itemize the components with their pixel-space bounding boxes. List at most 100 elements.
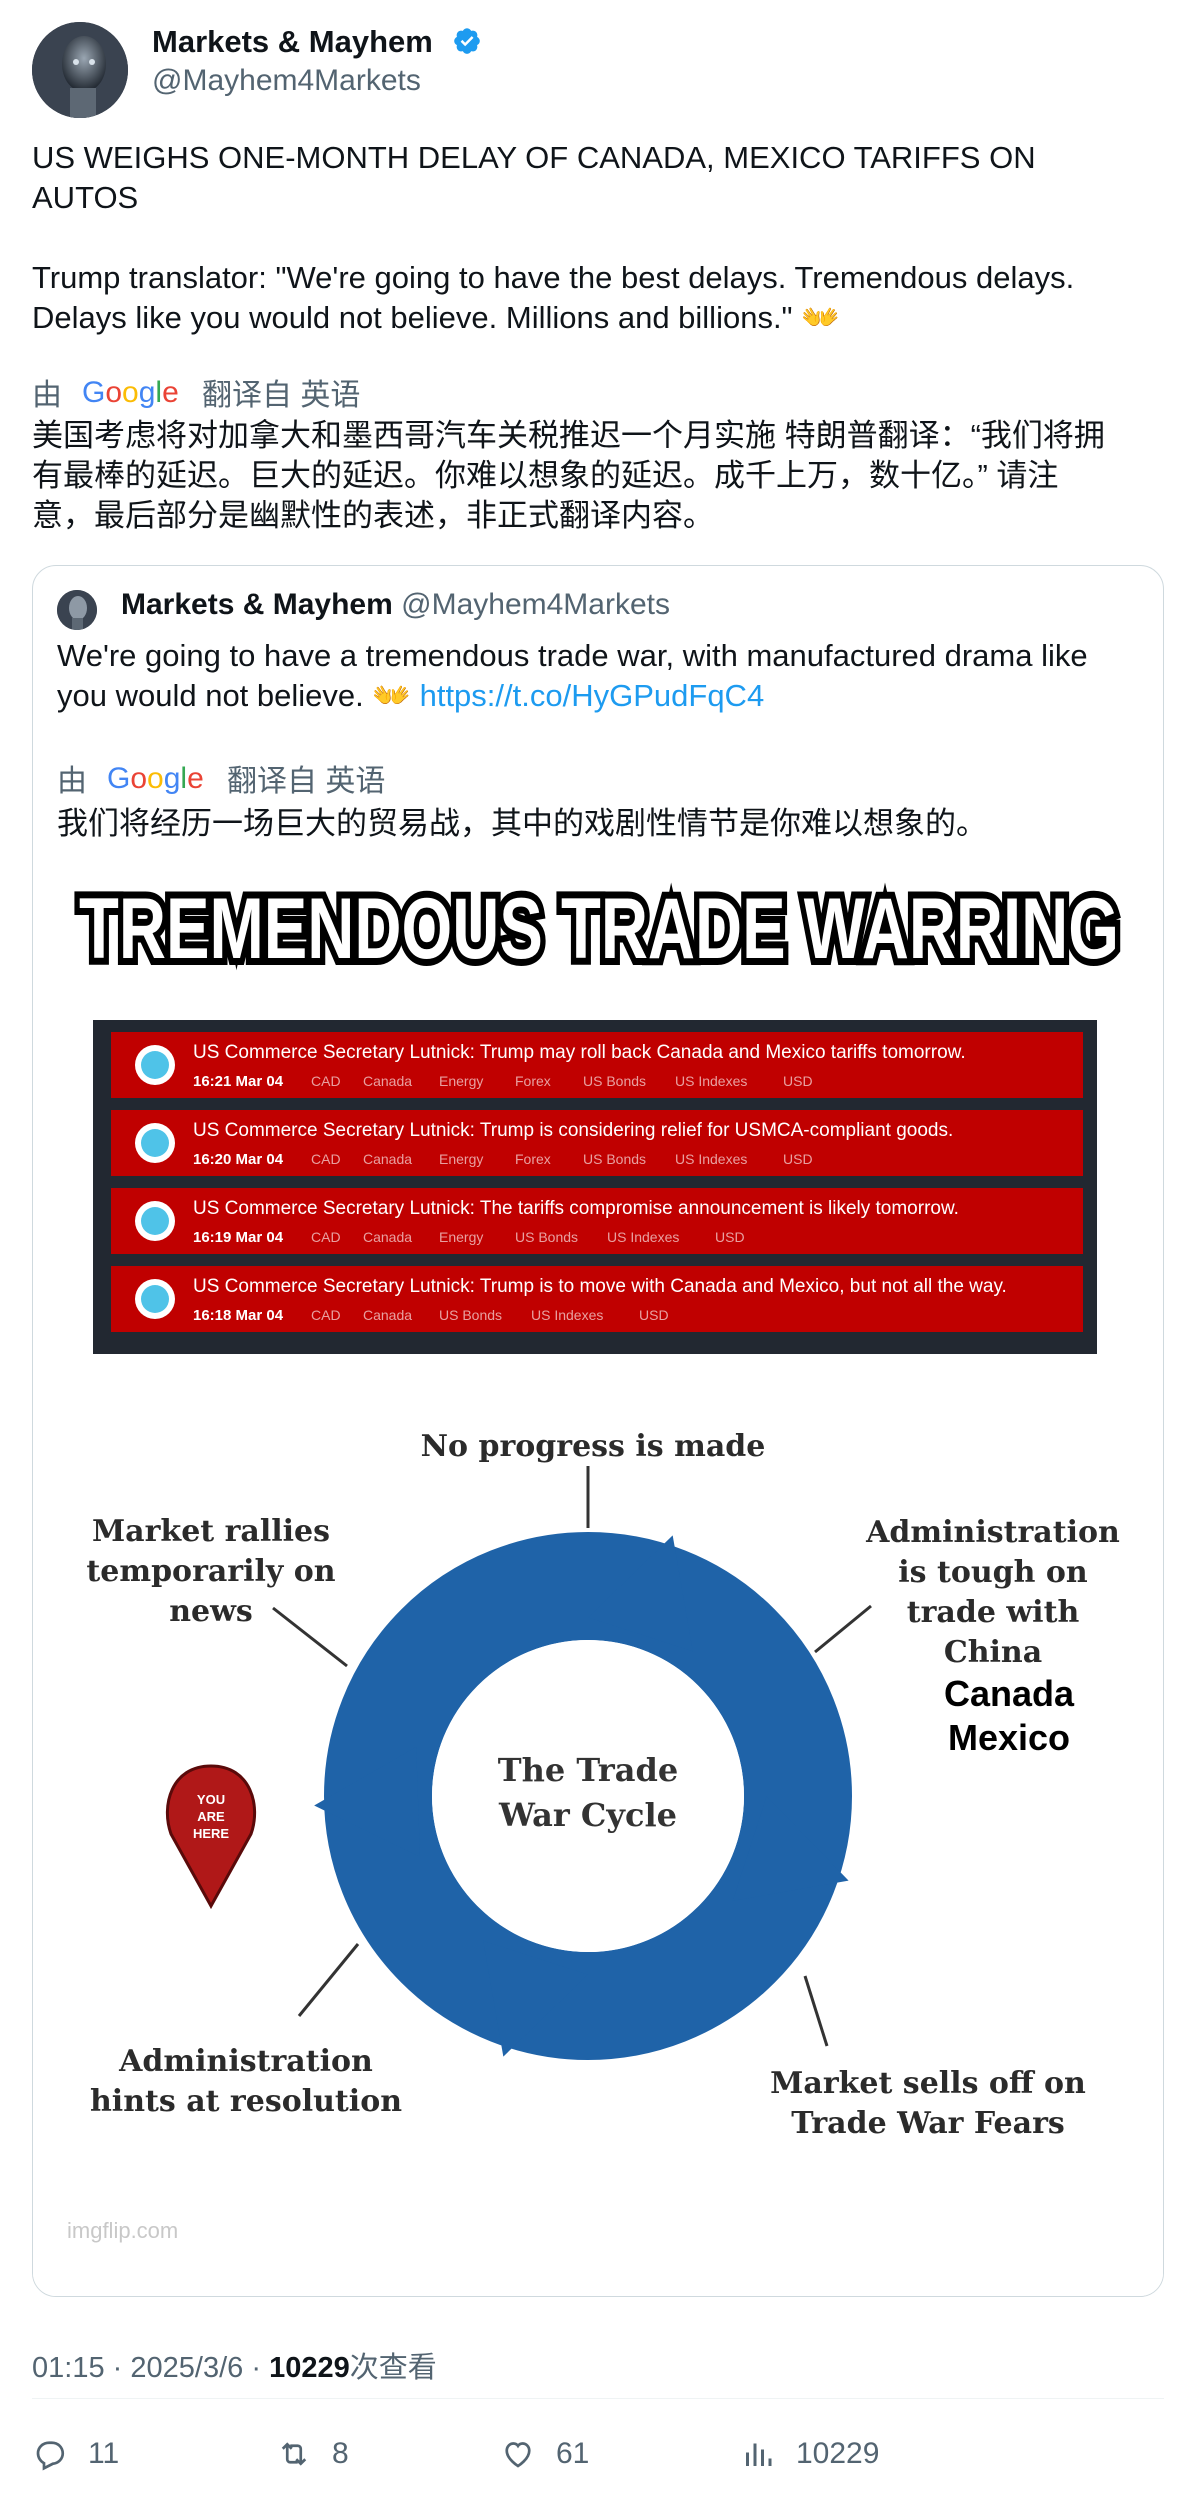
tweet-text: US WEIGHS ONE-MONTH DELAY OF CANADA, MEX…: [32, 138, 1162, 338]
headline-tag: Energy: [439, 1229, 483, 1245]
svg-text:Google: Google: [107, 762, 204, 795]
headline-tag: US Bonds: [583, 1073, 646, 1089]
cycle-label-right: trade with: [907, 1595, 1080, 1630]
cycle-label-mexico: Mexico: [948, 1717, 1070, 1758]
headline-text: US Commerce Secretary Lutnick: Trump is …: [193, 1276, 1007, 1297]
headline-tag: CAD: [311, 1073, 341, 1089]
quoted-text-line: you would not believe. 👐 https://t.co/Hy…: [57, 676, 1147, 716]
verified-badge-icon: [454, 28, 480, 54]
headline-tag: USD: [639, 1307, 669, 1323]
cycle-label-left: Market rallies: [92, 1514, 330, 1549]
headline-tag: USD: [783, 1073, 813, 1089]
retweet-icon: [281, 2442, 307, 2466]
reply-button[interactable]: 11: [32, 2436, 119, 2472]
like-count: 61: [556, 2437, 590, 2470]
meta-separator: ·: [112, 2352, 123, 2384]
cycle-center-label: The Trade: [498, 1751, 678, 1789]
translated-suffix: 翻译自 英语: [227, 765, 386, 798]
quoted-author-handle: @Mayhem4Markets: [401, 588, 670, 621]
headline-tag: CAD: [311, 1229, 341, 1245]
headline-tag: Forex: [515, 1151, 551, 1167]
retweet-count: 8: [332, 2437, 349, 2470]
tweet-headline-line: US WEIGHS ONE-MONTH DELAY OF CANADA, MEX…: [32, 140, 1036, 175]
headline-tag: Canada: [363, 1073, 412, 1089]
reply-icon: [36, 2441, 65, 2471]
tweet-body-line: Delays like you would not believe. Milli…: [32, 300, 840, 335]
headline-tag: US Bonds: [515, 1229, 578, 1245]
tweet-header: Markets & Mayhem @Mayhem4Markets: [32, 22, 1162, 122]
trade-war-cycle-diagram: The Trade War Cycle No progress is made …: [86, 1429, 1120, 2141]
tweet-meta: 01:15 · 2025/3/6 · 10229次查看: [32, 2344, 437, 2386]
quoted-translation-text: 我们将经历一场巨大的贸易战，其中的戏剧性情节是你难以想象的。: [57, 806, 987, 841]
translated-suffix: 翻译自 英语: [202, 379, 361, 412]
cycle-label-right: Administration: [865, 1515, 1120, 1550]
pin-label: YOU: [197, 1792, 225, 1807]
headline-tag: Canada: [363, 1229, 412, 1245]
heart-icon: [505, 2442, 531, 2468]
headline-time: 16:19 Mar 04: [193, 1229, 284, 1246]
views-button[interactable]: 10229: [740, 2436, 879, 2472]
cycle-label-bottom-left: Administration: [118, 2044, 373, 2079]
headline-time: 16:18 Mar 04: [193, 1307, 284, 1324]
headline-tag: Energy: [439, 1073, 483, 1089]
headline-row: US Commerce Secretary Lutnick: Trump is …: [111, 1266, 1083, 1332]
analytics-icon: [746, 2443, 772, 2466]
imgflip-watermark: imgflip.com: [67, 2218, 178, 2243]
cycle-label-right: is tough on: [898, 1555, 1088, 1590]
headline-time: 16:21 Mar 04: [193, 1073, 284, 1090]
headline-tag: Canada: [363, 1151, 412, 1167]
headline-time: 16:20 Mar 04: [193, 1151, 284, 1168]
tweet-headline-line: AUTOS: [32, 180, 139, 215]
headline-tag: US Indexes: [531, 1307, 603, 1323]
translated-prefix: 由: [32, 379, 62, 412]
headline-tag: USD: [783, 1151, 813, 1167]
like-button[interactable]: 61: [500, 2436, 589, 2472]
quoted-text-fragment: you would not believe. 👐: [57, 678, 420, 713]
headline-tag: Energy: [439, 1151, 483, 1167]
cycle-label-top: No progress is made: [421, 1429, 766, 1464]
quoted-tweet-text: We're going to have a tremendous trade w…: [57, 636, 1147, 716]
translation-line: 有最棒的延迟。巨大的延迟。你难以想象的延迟。成千上万，数十亿。” 请注: [32, 458, 1059, 493]
author-handle[interactable]: @Mayhem4Markets: [152, 64, 421, 98]
headline-row: US Commerce Secretary Lutnick: Trump may…: [111, 1032, 1083, 1098]
headline-tag: CAD: [311, 1151, 341, 1167]
tweet-body-line: Trump translator: "We're going to have t…: [32, 260, 1075, 295]
translated-prefix: 由: [57, 765, 87, 798]
google-logo: Google: [107, 762, 204, 795]
meta-separator: ·: [251, 2352, 261, 2384]
tweet-date[interactable]: 2025/3/6: [130, 2352, 243, 2384]
headline-tag: US Bonds: [583, 1151, 646, 1167]
you-are-here-pin-icon: YOU ARE HERE: [165, 1764, 257, 1910]
headline-text: US Commerce Secretary Lutnick: The tarif…: [193, 1198, 959, 1219]
reply-count: 11: [88, 2437, 120, 2470]
google-logo: Google: [82, 376, 179, 409]
headline-tag: US Bonds: [439, 1307, 502, 1323]
author-avatar[interactable]: [32, 22, 128, 118]
translated-by-google[interactable]: 由 Google 翻译自 英语: [32, 370, 360, 414]
quoted-media-image[interactable]: TREMENDOUS TRADE WARRING US Commerce Sec…: [33, 866, 1163, 2296]
headline-tag: Forex: [515, 1073, 551, 1089]
quoted-tweet-link[interactable]: https://t.co/HyGPudFqC4: [420, 678, 765, 713]
translation-line: 意，最后部分是幽默性的表述，非正式翻译内容。: [32, 498, 714, 533]
headline-tag: US Indexes: [675, 1151, 747, 1167]
views-count: 10229: [269, 2352, 350, 2384]
pin-label: ARE: [197, 1809, 225, 1824]
translation-line: 美国考虑将对加拿大和墨西哥汽车关税推迟一个月实施 特朗普翻译：“我们将拥: [32, 418, 1105, 453]
headline-row: US Commerce Secretary Lutnick: The tarif…: [111, 1188, 1083, 1254]
quoted-author-avatar: [57, 590, 97, 630]
translation-text: 美国考虑将对加拿大和墨西哥汽车关税推迟一个月实施 特朗普翻译：“我们将拥 有最棒…: [32, 416, 1162, 536]
headline-row: US Commerce Secretary Lutnick: Trump is …: [111, 1110, 1083, 1176]
quoted-tweet-card[interactable]: Markets & Mayhem @Mayhem4Markets We're g…: [32, 565, 1164, 2297]
headline-tag: US Indexes: [675, 1073, 747, 1089]
cycle-center-label: War Cycle: [498, 1796, 677, 1834]
headline-text: US Commerce Secretary Lutnick: Trump may…: [193, 1042, 966, 1063]
tweet-time[interactable]: 01:15: [32, 2352, 105, 2384]
quoted-translated-by-google[interactable]: 由 Google 翻译自 英语: [57, 756, 385, 800]
headline-tag: USD: [715, 1229, 745, 1245]
retweet-button[interactable]: 8: [276, 2436, 349, 2472]
cycle-label-bottom-right: Market sells off on: [770, 2066, 1086, 2101]
headline-text: US Commerce Secretary Lutnick: Trump is …: [193, 1120, 953, 1141]
pin-label: HERE: [193, 1826, 229, 1841]
author-name[interactable]: Markets & Mayhem: [152, 24, 433, 60]
cycle-label-right: China: [944, 1635, 1042, 1670]
